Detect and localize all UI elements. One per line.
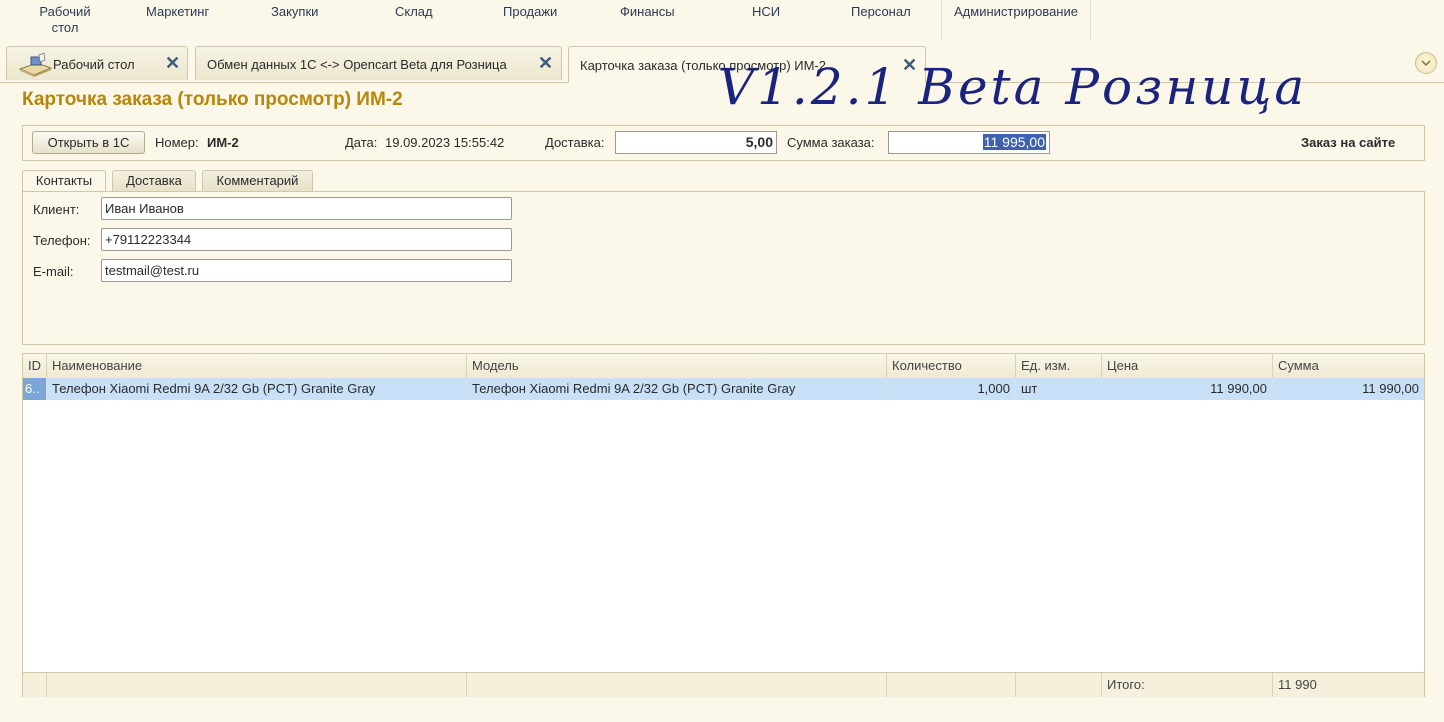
section-menu: Рабочий стол Маркетинг Закупки Склад Про… — [0, 0, 1444, 44]
tab-desktop[interactable]: Рабочий стол ✕ — [6, 46, 188, 80]
column-header[interactable]: Модель — [467, 354, 887, 378]
column-header[interactable]: Сумма — [1273, 354, 1424, 378]
tab-exchange-label: Обмен данных 1С <-> Opencart Beta для Ро… — [207, 57, 507, 72]
table-footer: Итого: 11 990 — [23, 672, 1424, 697]
client-field[interactable]: Иван Иванов — [101, 197, 512, 220]
tab-contacts[interactable]: Контакты — [22, 170, 106, 193]
footer-cell — [23, 673, 47, 697]
tab-exchange[interactable]: Обмен данных 1С <-> Opencart Beta для Ро… — [195, 46, 562, 80]
chevron-down-icon — [1421, 60, 1431, 67]
cell-quantity: 1,000 — [887, 378, 1016, 400]
total-value: 11 990 — [1278, 677, 1317, 692]
site-order-label: Заказ на сайте — [1301, 135, 1396, 150]
total-label: Итого: — [1102, 673, 1273, 697]
tab-desktop-label: Рабочий стол — [53, 57, 135, 72]
client-label: Клиент: — [33, 202, 80, 217]
version-watermark: V1.2.1 Beta Розница — [718, 58, 1308, 116]
menu-item-nsi[interactable]: НСИ — [752, 4, 780, 20]
column-header[interactable]: Количество — [887, 354, 1016, 378]
order-header: Открыть в 1С Номер: ИМ-2 Дата: 19.09.202… — [22, 125, 1425, 161]
delivery-field[interactable]: 5,00 — [615, 131, 777, 154]
delivery-label: Доставка: — [545, 135, 605, 150]
cell-unit: шт — [1016, 378, 1102, 400]
order-items-table: ID Наименование Модель Количество Ед. из… — [22, 353, 1425, 697]
menu-item-personnel[interactable]: Персонал — [851, 4, 911, 20]
number-label: Номер: — [155, 135, 199, 150]
number-value: ИМ-2 — [207, 135, 239, 150]
cell-price: 11 990,00 — [1102, 378, 1273, 400]
cell-id: 6.. — [23, 378, 47, 400]
close-icon[interactable]: ✕ — [165, 54, 180, 72]
close-icon[interactable]: ✕ — [538, 54, 553, 72]
tab-comment[interactable]: Комментарий — [202, 170, 313, 192]
desktop-icon — [18, 52, 53, 77]
date-label: Дата: — [345, 135, 378, 150]
table-header: ID Наименование Модель Количество Ед. из… — [23, 354, 1424, 379]
menu-item-marketing[interactable]: Маркетинг — [146, 4, 209, 20]
footer-cell — [887, 673, 1016, 697]
column-header[interactable]: Наименование — [47, 354, 467, 378]
page-title: Карточка заказа (только просмотр) ИМ-2 — [22, 89, 403, 110]
menu-item-warehouse[interactable]: Склад — [395, 4, 433, 20]
phone-label: Телефон: — [33, 233, 91, 248]
cell-name: Телефон Xiaomi Redmi 9A 2/32 Gb (PCT) Gr… — [47, 378, 467, 400]
table-row[interactable]: 6.. Телефон Xiaomi Redmi 9A 2/32 Gb (PCT… — [23, 378, 1424, 400]
order-sum-value: 11 995,00 — [982, 134, 1046, 150]
date-value: 19.09.2023 15:55:42 — [385, 135, 505, 150]
column-header[interactable]: Цена — [1102, 354, 1273, 378]
footer-cell — [1016, 673, 1102, 697]
menu-item-desktop[interactable]: Рабочий стол — [36, 4, 94, 36]
menu-item-sales[interactable]: Продажи — [503, 4, 557, 20]
tabs-dropdown-button[interactable] — [1415, 52, 1437, 74]
open-in-1c-button[interactable]: Открыть в 1С — [32, 131, 145, 154]
email-label: E-mail: — [33, 264, 74, 279]
phone-field[interactable]: +79112223344 — [101, 228, 512, 251]
footer-cell — [467, 673, 887, 697]
menu-item-purchases[interactable]: Закупки — [271, 4, 318, 20]
menu-item-administration[interactable]: Администрирование — [941, 0, 1091, 40]
contacts-panel: Клиент: Иван Иванов Телефон: +7911222334… — [22, 191, 1425, 345]
email-field[interactable]: testmail@test.ru — [101, 259, 512, 282]
cell-sum: 11 990,00 — [1362, 381, 1419, 396]
column-header[interactable]: Ед. изм. — [1016, 354, 1102, 378]
footer-cell — [47, 673, 467, 697]
cell-model: Телефон Xiaomi Redmi 9A 2/32 Gb (PCT) Gr… — [467, 378, 887, 400]
tab-delivery[interactable]: Доставка — [112, 170, 196, 192]
order-sum-field[interactable]: 11 995,00 — [888, 131, 1050, 154]
column-header[interactable]: ID — [23, 354, 47, 378]
menu-item-finance[interactable]: Финансы — [620, 4, 675, 20]
order-sum-label: Сумма заказа: — [787, 135, 875, 150]
